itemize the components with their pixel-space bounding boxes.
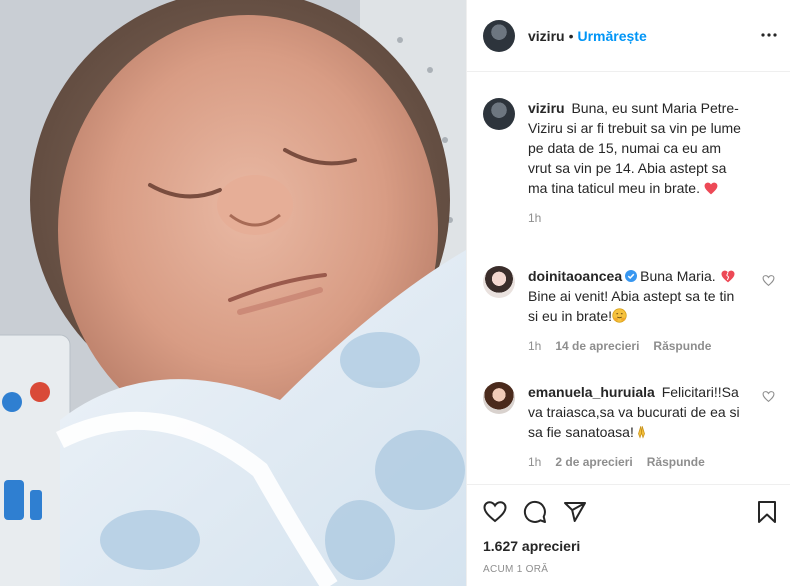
post-header: viziru • Urmărește bbox=[467, 0, 790, 72]
separator-dot: • bbox=[568, 27, 574, 44]
reply-button[interactable]: Răspunde bbox=[653, 339, 711, 353]
comment-username[interactable]: emanuela_huruiala bbox=[528, 384, 655, 400]
caption-body: viziru Buna, eu sunt Maria Petre-Viziru … bbox=[528, 98, 743, 266]
comment-icon[interactable] bbox=[523, 500, 547, 524]
comment-text: Buna Maria. bbox=[640, 268, 720, 284]
comment-username[interactable]: doinitaoancea bbox=[528, 268, 622, 284]
comment-text-continued: Bine ai venit! Abia astept sa te tin si … bbox=[528, 288, 735, 324]
likes-count[interactable]: 1.627 aprecieri bbox=[483, 538, 580, 554]
reply-button[interactable]: Răspunde bbox=[647, 455, 705, 469]
comment-meta: 1h 14 de aprecieri Răspunde bbox=[528, 339, 743, 353]
comment-meta: 1h 2 de aprecieri Răspunde bbox=[528, 455, 743, 469]
comment-like-heart-icon[interactable] bbox=[762, 274, 775, 287]
caption-time[interactable]: 1h bbox=[528, 211, 541, 225]
caption-username[interactable]: viziru bbox=[528, 100, 565, 116]
bookmark-icon[interactable] bbox=[755, 500, 779, 524]
commenter-avatar[interactable] bbox=[483, 266, 515, 298]
comment-like-heart-icon[interactable] bbox=[762, 390, 775, 403]
post-sidebar: viziru • Urmărește viziru Buna, eu sunt … bbox=[466, 0, 790, 586]
folded-hands-emoji-icon bbox=[637, 426, 645, 439]
broken-heart-emoji-icon bbox=[721, 270, 735, 283]
more-options-icon[interactable] bbox=[761, 27, 777, 43]
caption-text-block: viziru Buna, eu sunt Maria Petre-Viziru … bbox=[528, 98, 743, 198]
post-actions: 1.627 aprecieri ACUM 1 ORĂ bbox=[467, 484, 790, 586]
comments-list: viziru Buna, eu sunt Maria Petre-Viziru … bbox=[467, 72, 790, 484]
verified-badge-icon bbox=[625, 270, 638, 282]
comment-likes[interactable]: 14 de aprecieri bbox=[555, 339, 639, 353]
caption: viziru Buna, eu sunt Maria Petre-Viziru … bbox=[483, 98, 775, 266]
commenter-avatar[interactable] bbox=[483, 382, 515, 414]
comment-body: doinitaoancea Buna Maria. Bine ai venit!… bbox=[528, 266, 743, 382]
share-icon[interactable] bbox=[563, 500, 587, 524]
author-username[interactable]: viziru bbox=[528, 28, 565, 44]
red-heart-emoji-icon bbox=[704, 182, 718, 195]
follow-button[interactable]: Urmărește bbox=[577, 28, 646, 44]
comment-time[interactable]: 1h bbox=[528, 339, 541, 353]
action-icons bbox=[483, 500, 587, 524]
comment-item: doinitaoancea Buna Maria. Bine ai venit!… bbox=[483, 266, 775, 382]
post-timestamp[interactable]: ACUM 1 ORĂ bbox=[483, 564, 548, 575]
comment-item: emanuela_huruiala Felicitari!!Sa va trai… bbox=[483, 382, 775, 484]
post-video[interactable] bbox=[0, 0, 466, 586]
comment-text-block: doinitaoancea Buna Maria. Bine ai venit!… bbox=[528, 266, 743, 326]
baby-photo bbox=[0, 0, 466, 586]
comment-body: emanuela_huruiala Felicitari!!Sa va trai… bbox=[528, 382, 743, 484]
caption-meta: 1h bbox=[528, 211, 743, 225]
hugging-face-emoji-icon bbox=[612, 308, 627, 323]
caption-avatar[interactable] bbox=[483, 98, 515, 130]
comment-text-block: emanuela_huruiala Felicitari!!Sa va trai… bbox=[528, 382, 743, 442]
heart-icon[interactable] bbox=[483, 500, 507, 524]
comment-likes[interactable]: 2 de aprecieri bbox=[555, 455, 632, 469]
instagram-post: viziru • Urmărește viziru Buna, eu sunt … bbox=[0, 0, 790, 586]
comment-time[interactable]: 1h bbox=[528, 455, 541, 469]
author-avatar[interactable] bbox=[483, 19, 515, 52]
